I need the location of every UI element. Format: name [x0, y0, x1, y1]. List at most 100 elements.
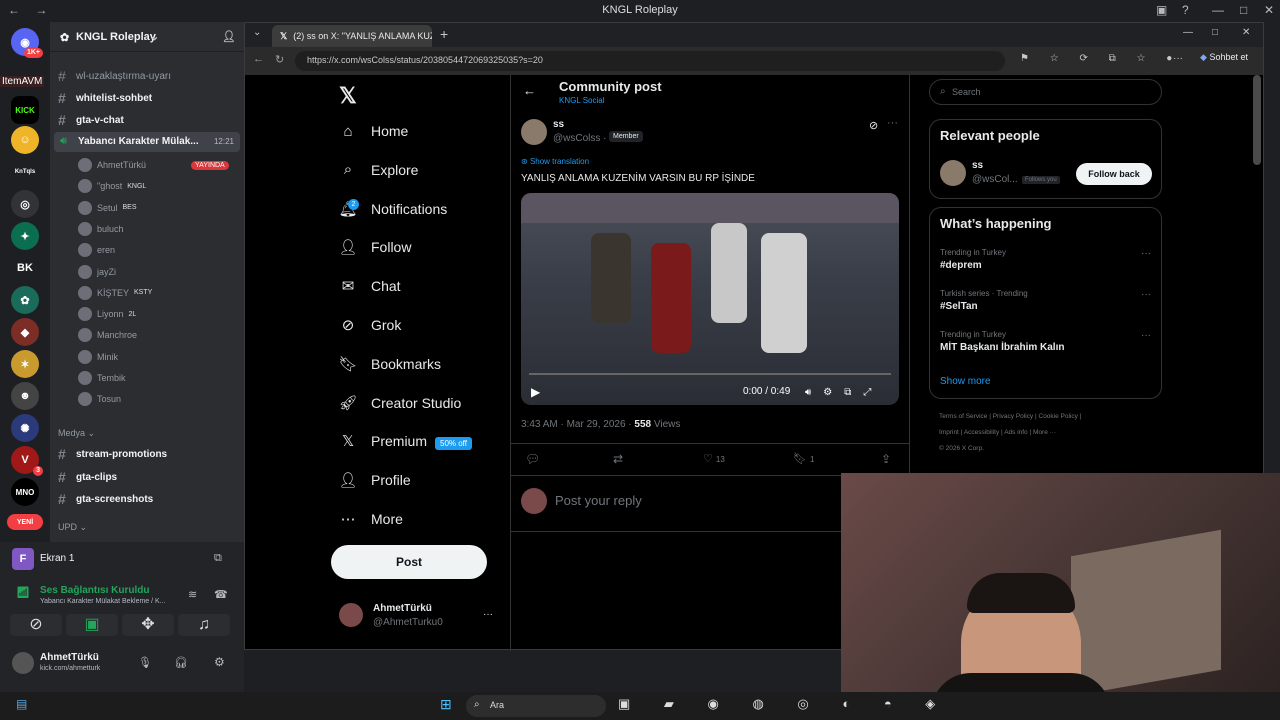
footer-link[interactable]: Terms of Service [939, 413, 987, 420]
nav-item-grok[interactable]: ⊘ Grok [339, 316, 402, 334]
voice-user[interactable]: Tembik [78, 371, 126, 385]
translate-link[interactable]: ⊛ Show translation [521, 157, 589, 166]
server-kngl[interactable]: ✿ [11, 286, 39, 314]
voice-user[interactable]: Liyonn 2L [78, 307, 136, 322]
nav-item-explore[interactable]: ⌕ Explore [339, 161, 419, 179]
nav-item-profile[interactable]: 👤︎ Profile [338, 471, 410, 489]
avatar[interactable] [940, 160, 966, 186]
voice-user[interactable]: jayZi [78, 264, 116, 279]
avatar[interactable] [12, 652, 34, 674]
server-green[interactable]: ✦ [11, 222, 39, 250]
footer-link[interactable]: Imprint [939, 429, 959, 436]
video-player[interactable]: ▶ 0:00 / 0:49 🔊︎⚙⧉⤢ [521, 193, 899, 405]
widgets-icon[interactable]: ▤ [16, 697, 27, 711]
back-icon[interactable]: ← [253, 53, 264, 65]
reply-input[interactable]: Post your reply [555, 493, 642, 508]
footer-link[interactable]: Privacy Policy [993, 413, 1033, 420]
maximize-icon[interactable]: □ [1212, 27, 1218, 38]
category-upd[interactable]: UPD ⌄ [58, 522, 87, 533]
account-more-icon[interactable]: ··· [483, 609, 493, 620]
refresh-icon[interactable]: ↻ [275, 53, 284, 66]
server-bk[interactable]: BK [11, 254, 39, 282]
footer-link[interactable]: More ··· [1033, 429, 1056, 436]
voice-user[interactable]: AhmetTürkü YAYINDA [78, 158, 229, 172]
soundboard-button[interactable]: ♫ [178, 614, 230, 636]
server-red[interactable]: ◆ [11, 318, 39, 346]
follow-back-button[interactable]: Follow back [1076, 163, 1152, 185]
popout-icon[interactable]: ⧉ [214, 552, 222, 565]
grok-icon[interactable]: ⊘ [869, 119, 878, 132]
channel-item[interactable]: # wl-uzaklaştırma-uyarı [58, 68, 171, 84]
search-input[interactable]: ⌕ Search [929, 79, 1162, 105]
share-screen-button[interactable]: ▣ [66, 614, 118, 636]
voice-user[interactable]: KİŞTEY KSTY [78, 285, 152, 300]
footer-link[interactable]: Accessibility [964, 429, 999, 436]
show-more-link[interactable]: Show more [940, 376, 991, 387]
server-emoji[interactable]: ☺ [11, 126, 39, 154]
noise-icon[interactable]: ≋ [188, 588, 197, 601]
nav-item-follow[interactable]: 👤︎ Follow [338, 238, 411, 256]
server-knt[interactable]: KnTqls [11, 158, 39, 186]
activity-button[interactable]: ✥ [122, 614, 174, 636]
server-header[interactable]: ✿ KNGL Roleplay ⌄ 👤︎ [50, 22, 244, 52]
person-name[interactable]: ss [972, 160, 983, 171]
server-kick[interactable]: KICK [11, 96, 39, 124]
new-badge[interactable]: YENİ [7, 514, 43, 530]
bookmark-button[interactable]: 🔖︎ 1 [793, 452, 814, 465]
minimize-icon[interactable]: — [1212, 3, 1224, 17]
nav-item-premium[interactable]: 𝕏 Premium [339, 432, 427, 450]
avatar[interactable] [521, 119, 547, 145]
start-icon[interactable]: ⊞ [440, 696, 452, 713]
server-star[interactable]: ✶ [11, 350, 39, 378]
share-icon[interactable]: ⇪ [881, 452, 891, 466]
community-link[interactable]: KNGL Social [559, 96, 605, 105]
url-field[interactable]: https://x.com/wsColss/status/20380544720… [295, 51, 1005, 71]
channel-item[interactable]: # whitelist-sohbet [58, 90, 152, 106]
post-author-name[interactable]: ss [553, 119, 564, 130]
trend-item[interactable]: Trending in Turkey MİT Başkanı İbrahim Ka… [940, 330, 1155, 364]
voice-user[interactable]: Tosun [78, 392, 121, 407]
channel-item[interactable]: # gta-clips [58, 469, 117, 485]
nav-item-bookmarks[interactable]: 🔖︎ Bookmarks [338, 355, 441, 373]
channel-item[interactable]: # gta-screenshots [58, 491, 153, 507]
add-member-icon[interactable]: 👤︎ [222, 30, 236, 43]
more-icon[interactable]: ··· [1173, 53, 1183, 64]
footer-link[interactable]: Ads info [1004, 429, 1028, 436]
back-arrow-icon[interactable]: ← [523, 83, 536, 98]
camera-button[interactable]: ⊘ [10, 614, 62, 636]
nav-item-home[interactable]: ⌂ Home [339, 122, 408, 140]
voice-user[interactable]: eren [78, 243, 115, 258]
nav-item-chat[interactable]: ✉ Chat [339, 277, 401, 295]
x-logo-icon[interactable]: 𝕏 [339, 83, 357, 109]
avatar[interactable] [339, 603, 363, 627]
taskbar-app-icons[interactable]: ▣ ▰ ◉ ◍ ◎ ◐ ◓ ◈ [618, 696, 950, 712]
maximize-icon[interactable]: □ [1240, 3, 1247, 17]
voice-user[interactable]: Minik [78, 349, 118, 364]
taskbar-search[interactable]: ⌕ Ara [466, 695, 606, 717]
post-author-handle[interactable]: @wsColss · [553, 133, 607, 144]
reply-icon[interactable]: 💬︎ [525, 452, 540, 466]
mic-icon[interactable]: 🎙︎ [138, 656, 152, 669]
voice-channel-active[interactable]: 🔊︎ Yabancı Karakter Mülak... 12:21 [54, 132, 240, 152]
like-button[interactable]: ♡ 13 [703, 452, 725, 465]
nav-item-more[interactable]: ⋯ More [339, 510, 403, 528]
nav-item-creator-studio[interactable]: 🚀︎ Creator Studio [338, 394, 461, 412]
tab-active[interactable]: 𝕏 (2) ss on X: "YANLIŞ ANLAMA KUZE... ✕ [272, 25, 432, 47]
copilot-button[interactable]: ◆ Sohbet et [1200, 52, 1248, 63]
toolbar-icons[interactable]: ⚑ ☆ ⟳ ⧉ ☆ ● [1020, 53, 1181, 64]
server-v[interactable]: V3 [11, 446, 43, 476]
disconnect-icon[interactable]: ☎ [214, 588, 228, 601]
trend-item[interactable]: Turkish series · Trending #SelTan ··· [940, 289, 1155, 323]
play-icon[interactable]: ▶ [531, 385, 540, 399]
inbox-icon[interactable]: ▣ [1156, 3, 1167, 17]
category-media[interactable]: Medya ⌄ [58, 428, 95, 439]
trend-more-icon[interactable]: ··· [1141, 289, 1151, 300]
channel-item[interactable]: # gta-v-chat [58, 112, 124, 128]
post-button[interactable]: Post [331, 545, 487, 579]
repost-icon[interactable]: ⇄ [613, 452, 623, 466]
trend-more-icon[interactable]: ··· [1141, 248, 1151, 259]
dm-home-icon[interactable]: ◉ 1K+ [11, 28, 43, 58]
server-blue[interactable]: ✺ [11, 414, 39, 442]
trend-item[interactable]: Trending in Turkey #deprem ··· [940, 248, 1155, 282]
server-mno[interactable]: MNO [11, 478, 39, 506]
